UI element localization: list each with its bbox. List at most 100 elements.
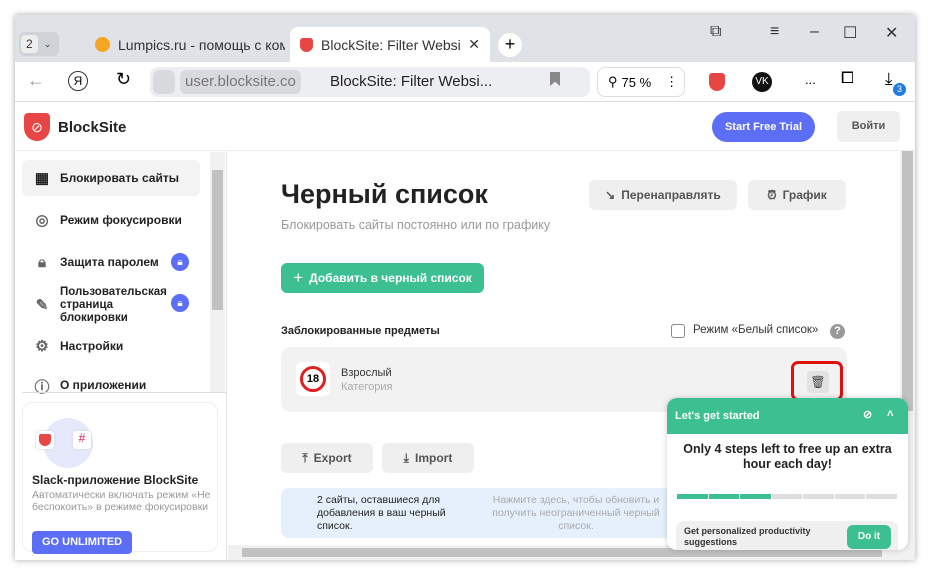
sidebar-item-label: Защита паролем: [60, 255, 159, 269]
button-label: Перенаправлять: [621, 188, 721, 202]
tab-lumpics[interactable]: Lumpics.ru - помощь с ком: [95, 27, 285, 62]
blocksite-app-icon: [36, 431, 54, 449]
bookmarks-icon[interactable]: ⧉: [710, 23, 721, 41]
blocksite-favicon-icon: [300, 37, 313, 52]
sidebar-scrollbar[interactable]: [210, 152, 225, 392]
export-button[interactable]: ⤒ Export: [281, 443, 373, 473]
progress-segment: [803, 494, 834, 499]
main-scroll-thumb[interactable]: [902, 151, 913, 411]
target-icon: ◎: [35, 212, 49, 229]
lock-icon: [153, 70, 175, 94]
blocksite-logo[interactable]: ⊘ BlockSite: [24, 113, 126, 141]
promo-text: Автоматически включать режим «Не беспоко…: [32, 489, 211, 513]
chevron-down-icon: ⌄: [43, 38, 52, 49]
page-subtitle: Блокировать сайты постоянно или по графи…: [281, 218, 551, 232]
sidebar-scroll-thumb[interactable]: [212, 170, 223, 310]
help-icon[interactable]: ?: [830, 324, 845, 339]
button-label: Добавить в черный список: [309, 271, 472, 285]
vk-extension-icon[interactable]: VK: [752, 72, 772, 92]
minimize-icon[interactable]: –: [810, 23, 819, 41]
redirect-arrow-icon: ↘: [605, 188, 616, 202]
zoom-control[interactable]: ⚲ 75 % ⋮: [597, 67, 685, 97]
sidebar-divider: [22, 392, 227, 393]
adult-18-icon: 18: [296, 362, 330, 396]
blocked-item-name: Взрослый: [341, 367, 392, 379]
promo-title: Slack-приложение BlockSite: [32, 473, 199, 487]
upgrade-notice[interactable]: 2 сайты, оставшиеся для добавления в ваш…: [281, 488, 701, 538]
blocksite-shield-icon: ⊘: [24, 113, 50, 141]
whitelist-label[interactable]: Режим «Белый список»: [693, 324, 818, 336]
new-tab-button[interactable]: +: [498, 33, 522, 57]
whitelist-checkbox[interactable]: [671, 324, 685, 338]
zoom-icon: ⚲: [608, 74, 618, 89]
redirect-button[interactable]: ↘ Перенаправлять: [589, 180, 737, 210]
onboarding-headline: Only 4 steps left to free up an extra ho…: [683, 442, 892, 471]
progress-segment: [677, 494, 708, 499]
menu-icon[interactable]: ≡: [770, 23, 779, 41]
onboarding-title: Let's get started: [675, 410, 760, 422]
zoom-level: 75 %: [621, 74, 652, 90]
import-button[interactable]: ⤓ Import: [382, 443, 474, 473]
do-it-button[interactable]: Do it: [847, 525, 891, 549]
edit-page-icon: ✎: [35, 296, 49, 314]
suggestion-card: Get personalized productivity suggestion…: [676, 521, 898, 550]
onboarding-header[interactable]: Let's get started ⊘ ˄: [667, 398, 908, 434]
add-to-blacklist-button[interactable]: + Добавить в черный список: [281, 263, 484, 293]
close-window-icon[interactable]: ✕: [885, 23, 898, 43]
sidebar-item-block-sites[interactable]: ▦ Блокировать сайты: [22, 160, 200, 196]
yandex-icon[interactable]: Я: [68, 71, 88, 91]
tab-count-button[interactable]: 2 ⌄: [19, 32, 59, 56]
sidebar-item-custom-block-page[interactable]: ✎ Пользовательская страница блокировки: [22, 285, 167, 325]
lock-icon: 🔒︎: [38, 253, 46, 271]
blocked-items-heading: Заблокированные предметы: [281, 325, 440, 337]
progress-segment: [708, 494, 740, 499]
alarm-clock-icon: ⏰︎: [767, 187, 777, 202]
extensions-more[interactable]: ...: [805, 72, 816, 87]
address-bar[interactable]: user.blocksite.co BlockSite: Filter Webs…: [150, 67, 590, 97]
suggestion-text: Get personalized productivity suggestion…: [684, 526, 811, 547]
progress-segment: [771, 494, 803, 499]
blocksite-extension-icon[interactable]: [709, 73, 725, 91]
hide-eye-icon[interactable]: ⊘: [863, 408, 872, 421]
upgrade-link-text[interactable]: Нажмите здесь, чтобы обновить и получить…: [486, 494, 666, 533]
more-icon[interactable]: ⋮: [665, 74, 678, 90]
chevron-up-icon[interactable]: ˄: [887, 408, 893, 420]
gear-icon: ⚙: [35, 338, 49, 355]
go-unlimited-button[interactable]: GO UNLIMITED: [32, 531, 132, 554]
blocked-item-type: Категория: [341, 381, 393, 393]
progress-segment: [740, 494, 771, 499]
bookmark-icon[interactable]: [550, 72, 560, 86]
reload-icon[interactable]: ↻: [116, 69, 131, 90]
close-tab-icon[interactable]: ✕: [468, 36, 480, 53]
slack-icon: #: [73, 431, 91, 449]
slack-promo-card: # Slack-приложение BlockSite Автоматичес…: [22, 402, 218, 554]
page-title: Черный список: [281, 179, 488, 209]
downloads-icon[interactable]: ⤓: [885, 69, 893, 89]
progress-segment: [866, 494, 897, 499]
grid-block-icon: ▦: [34, 170, 50, 187]
tab-blocksite[interactable]: BlockSite: Filter Website ✕: [290, 27, 490, 62]
schedule-button[interactable]: ⏰︎ График: [748, 180, 846, 210]
premium-lock-badge: 🔒︎: [171, 253, 189, 271]
url-host: user.blocksite.co: [180, 70, 301, 94]
sidebar-item-label: Режим фокусировки: [60, 213, 182, 227]
tab-bar: 2 ⌄ Lumpics.ru - помощь с ком BlockSite: …: [15, 15, 915, 62]
downloads-badge: 3: [893, 83, 906, 96]
maximize-icon[interactable]: ☐: [843, 23, 857, 43]
delete-item-button[interactable]: 🗑︎: [807, 371, 829, 393]
back-icon[interactable]: ←: [27, 70, 45, 91]
sidebar-item-settings[interactable]: ⚙ Настройки: [22, 336, 200, 356]
download-icon: ⤓: [403, 450, 409, 465]
sidebar-item-focus-mode[interactable]: ◎ Режим фокусировки: [22, 210, 200, 230]
extensions-icon[interactable]: ⧠: [841, 70, 854, 88]
logo-text: BlockSite: [58, 118, 127, 136]
upload-icon: ⤒: [302, 450, 308, 465]
plus-icon: +: [293, 268, 304, 287]
progress-segment: [834, 494, 866, 499]
sidebar-item-label: Пользовательская страница блокировки: [60, 285, 167, 324]
onboarding-widget: Let's get started ⊘ ˄ Only 4 steps left to…: [667, 398, 908, 550]
start-free-trial-button[interactable]: Start Free Trial: [712, 112, 815, 142]
login-button[interactable]: Войти: [837, 111, 900, 142]
sidebar-item-label: Настройки: [60, 339, 124, 353]
tab-count: 2: [21, 35, 38, 53]
